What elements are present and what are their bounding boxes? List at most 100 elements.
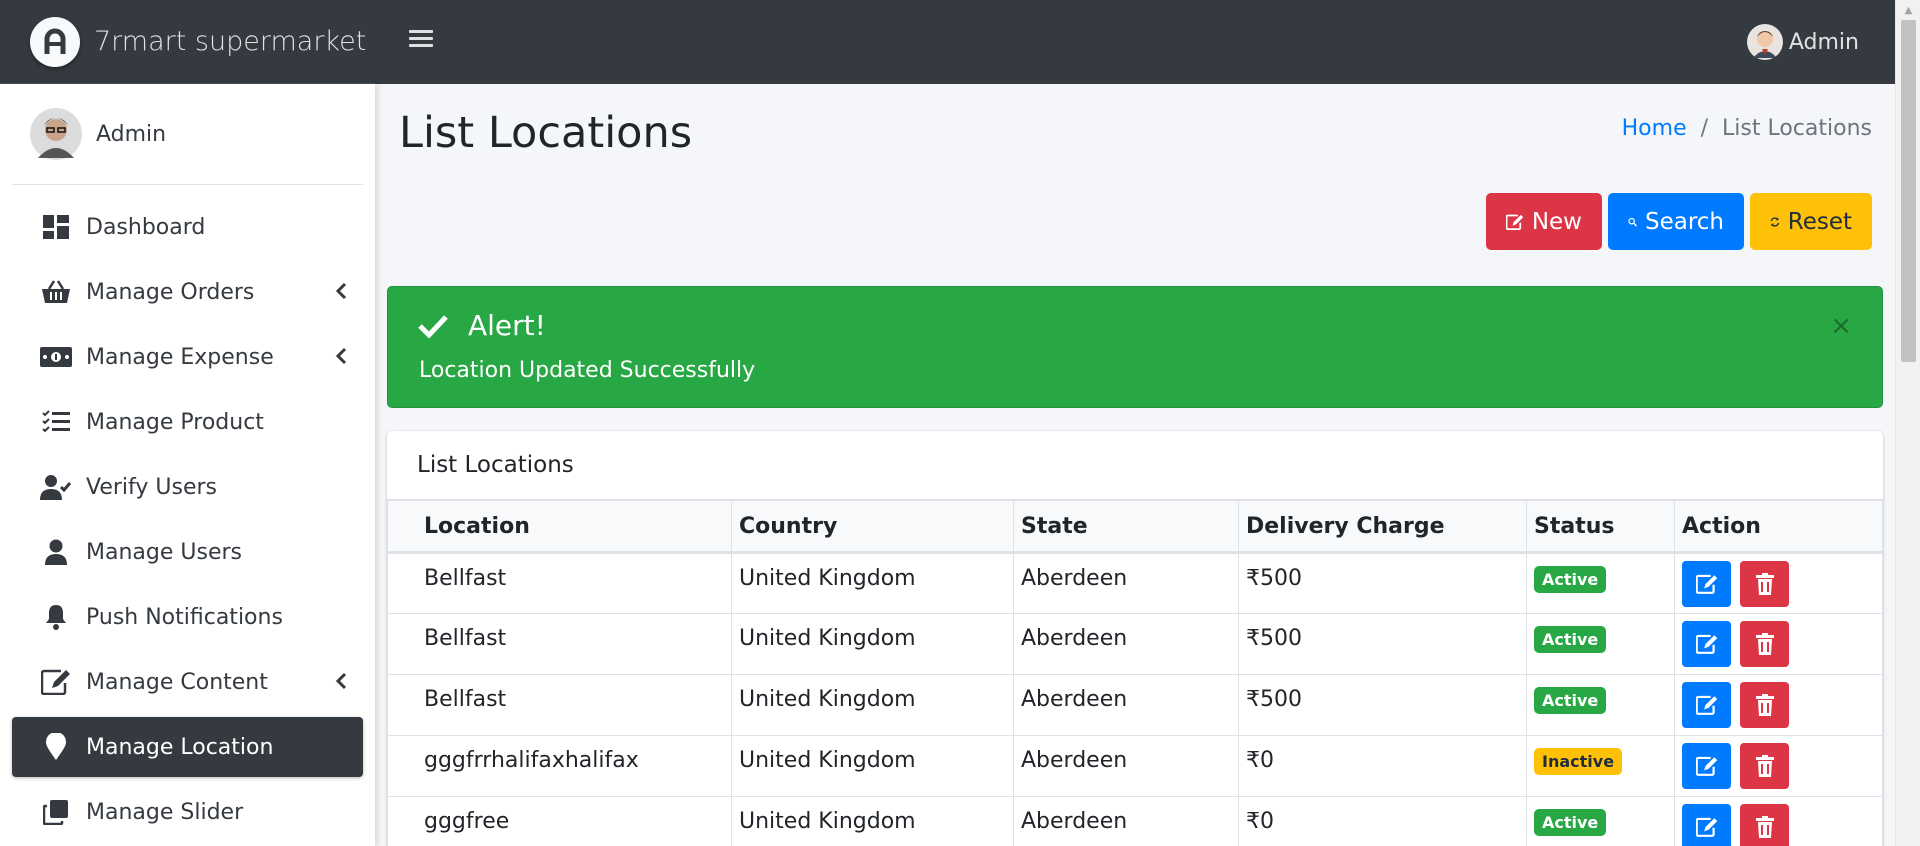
breadcrumb-current: List Locations <box>1722 116 1872 141</box>
cell-action <box>1674 735 1883 797</box>
table-row: Bellfast United Kingdom Aberdeen ₹500 Ac… <box>387 674 1883 736</box>
new-button[interactable]: New <box>1486 193 1602 250</box>
action-buttons: New Search Reset <box>1486 193 1872 250</box>
dashboard-icon <box>40 211 72 243</box>
cell-country: United Kingdom <box>731 552 1014 614</box>
cell-state: Aberdeen <box>1013 796 1239 846</box>
delete-button[interactable] <box>1740 743 1789 789</box>
column-header-location: Location <box>387 500 732 554</box>
cell-delivery-charge: ₹500 <box>1238 613 1527 675</box>
sidebar-item-label: Manage Users <box>86 539 242 565</box>
delete-button[interactable] <box>1740 621 1789 667</box>
search-icon <box>1628 217 1637 226</box>
sidebar-item-manage-users[interactable]: Manage Users <box>12 522 363 582</box>
brand-logo-icon <box>30 16 80 67</box>
status-badge[interactable]: Active <box>1534 687 1607 714</box>
sidebar-item-label: Manage Location <box>86 734 274 760</box>
status-badge[interactable]: Active <box>1534 566 1607 593</box>
hamburger-menu-icon[interactable] <box>409 26 433 56</box>
alert-message: Location Updated Successfully <box>419 358 756 383</box>
money-icon <box>40 341 72 373</box>
scroll-up-arrow-icon[interactable]: ▲ <box>1896 0 1920 20</box>
delete-button[interactable] <box>1740 682 1789 728</box>
edit-button[interactable] <box>1682 743 1731 789</box>
sidebar-item-manage-product[interactable]: Manage Product <box>12 392 363 452</box>
edit-button[interactable] <box>1682 561 1731 607</box>
trash-icon <box>1755 633 1774 655</box>
close-icon[interactable]: × <box>1830 313 1852 339</box>
brand-link[interactable]: 7rmart supermarket <box>0 0 375 84</box>
edit-icon <box>1695 574 1717 594</box>
sidebar-item-push-notifications[interactable]: Push Notifications <box>12 587 363 647</box>
avatar <box>1746 24 1783 60</box>
basket-icon <box>40 276 72 308</box>
cell-state: Aberdeen <box>1013 552 1239 614</box>
cell-location: Bellfast <box>387 613 732 675</box>
check-icon <box>418 314 448 338</box>
cell-country: United Kingdom <box>731 796 1014 846</box>
cell-action <box>1674 796 1883 846</box>
sidebar-item-manage-expense[interactable]: Manage Expense <box>12 327 363 387</box>
cell-action <box>1674 613 1883 675</box>
edit-icon <box>1506 214 1524 230</box>
column-header-state: State <box>1013 500 1239 554</box>
sidebar-item-dashboard[interactable]: Dashboard <box>12 197 363 257</box>
status-badge[interactable]: Active <box>1534 626 1607 653</box>
edit-icon <box>40 666 72 698</box>
search-button-label: Search <box>1644 208 1724 235</box>
cell-status: Active <box>1526 552 1675 614</box>
edit-icon <box>1695 817 1717 837</box>
cell-location: Bellfast <box>387 674 732 736</box>
cell-location: Bellfast <box>387 552 732 614</box>
cell-delivery-charge: ₹0 <box>1238 735 1527 797</box>
sidebar-item-manage-orders[interactable]: Manage Orders <box>12 262 363 322</box>
scrollbar-thumb[interactable] <box>1901 20 1916 362</box>
table-row: Bellfast United Kingdom Aberdeen ₹500 Ac… <box>387 552 1883 614</box>
cell-state: Aberdeen <box>1013 735 1239 797</box>
sync-icon <box>1770 216 1780 227</box>
column-header-country: Country <box>731 500 1014 554</box>
user-menu[interactable]: Admin <box>1746 24 1859 60</box>
sidebar-user-panel[interactable]: Admin <box>12 84 363 185</box>
breadcrumb: Home / List Locations <box>1622 116 1872 141</box>
delete-button[interactable] <box>1740 561 1789 607</box>
cell-action <box>1674 674 1883 736</box>
cell-status: Active <box>1526 613 1675 675</box>
sidebar-item-verify-users[interactable]: Verify Users <box>12 457 363 517</box>
cell-delivery-charge: ₹500 <box>1238 552 1527 614</box>
cell-delivery-charge: ₹0 <box>1238 796 1527 846</box>
reset-button[interactable]: Reset <box>1750 193 1872 250</box>
reset-button-label: Reset <box>1787 208 1852 235</box>
user-check-icon <box>40 471 72 503</box>
edit-icon <box>1695 695 1717 715</box>
status-badge[interactable]: Inactive <box>1534 748 1623 775</box>
search-button[interactable]: Search <box>1608 193 1744 250</box>
trash-icon <box>1755 573 1774 595</box>
sidebar-item-manage-location[interactable]: Manage Location <box>12 717 363 777</box>
chevron-left-icon <box>335 282 347 300</box>
page-scrollbar[interactable]: ▲ <box>1895 0 1920 846</box>
card-title: List Locations <box>387 431 1883 500</box>
edit-button[interactable] <box>1682 682 1731 728</box>
column-header-delivery-charge: Delivery Charge <box>1238 500 1527 554</box>
breadcrumb-home-link[interactable]: Home <box>1622 116 1687 141</box>
sidebar-nav: Dashboard Manage Orders Manage Expense M… <box>0 197 375 842</box>
edit-button[interactable] <box>1682 804 1731 846</box>
clone-icon <box>40 796 72 828</box>
trash-icon <box>1755 694 1774 716</box>
sidebar-item-manage-slider[interactable]: Manage Slider <box>12 782 363 842</box>
bell-icon <box>40 601 72 633</box>
top-navbar: Admin <box>375 0 1895 84</box>
trash-icon <box>1755 816 1774 838</box>
edit-button[interactable] <box>1682 621 1731 667</box>
chevron-left-icon <box>335 347 347 365</box>
alert-title: Alert! <box>418 309 546 342</box>
table-row: Bellfast United Kingdom Aberdeen ₹500 Ac… <box>387 613 1883 675</box>
delete-button[interactable] <box>1740 804 1789 846</box>
status-badge[interactable]: Active <box>1534 809 1607 836</box>
sidebar-item-label: Manage Content <box>86 669 268 695</box>
cell-status: Inactive <box>1526 735 1675 797</box>
sidebar-item-manage-content[interactable]: Manage Content <box>12 652 363 712</box>
table-row: gggfree United Kingdom Aberdeen ₹0 Activ… <box>387 796 1883 846</box>
cell-country: United Kingdom <box>731 735 1014 797</box>
